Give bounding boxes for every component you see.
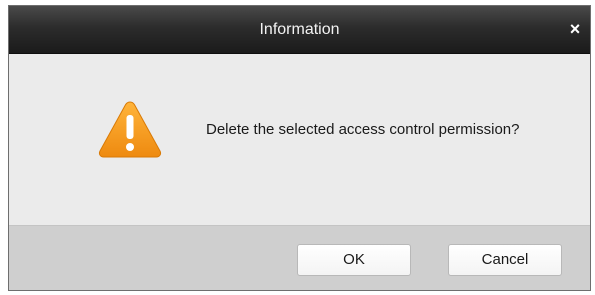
confirmation-message: Delete the selected access control permi… — [206, 121, 520, 138]
dialog-titlebar[interactable]: Information × — [9, 6, 590, 54]
dialog-body: Delete the selected access control permi… — [9, 54, 590, 225]
cancel-button[interactable]: Cancel — [448, 244, 562, 276]
information-dialog: Information × Delete the selected access… — [8, 5, 591, 291]
close-icon[interactable]: × — [564, 18, 586, 40]
warning-icon — [98, 101, 162, 158]
dialog-footer: OK Cancel — [9, 225, 590, 290]
ok-button[interactable]: OK — [297, 244, 411, 276]
dialog-title: Information — [259, 21, 340, 38]
